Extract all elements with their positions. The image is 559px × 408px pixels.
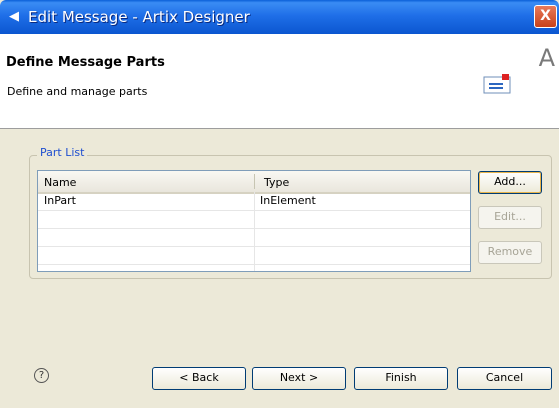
column-header-type[interactable]: Type xyxy=(264,176,289,189)
edit-button[interactable]: Edit... xyxy=(478,206,542,229)
cell-type: InElement xyxy=(260,194,316,207)
page-description: Define and manage parts xyxy=(7,85,148,98)
table-row[interactable]: InPart InElement xyxy=(38,193,470,211)
message-icon xyxy=(483,74,511,94)
close-button[interactable]: X xyxy=(534,5,557,28)
table-row-empty xyxy=(38,229,470,247)
table-header: Name Type xyxy=(38,171,470,194)
cancel-button[interactable]: Cancel xyxy=(457,367,552,390)
remove-button[interactable]: Remove xyxy=(478,241,542,264)
window-title: Edit Message - Artix Designer xyxy=(28,8,250,26)
part-list-label: Part List xyxy=(37,146,88,159)
help-icon[interactable]: ? xyxy=(34,368,49,383)
cell-name: InPart xyxy=(44,194,76,207)
wizard-header: Define Message Parts Define and manage p… xyxy=(0,34,559,129)
part-table[interactable]: Name Type InPart InElement xyxy=(37,170,471,272)
artix-logo-letter: A xyxy=(538,44,555,72)
table-row-empty xyxy=(38,211,470,229)
next-button[interactable]: Next > xyxy=(252,367,346,390)
back-button[interactable]: < Back xyxy=(152,367,246,390)
column-divider[interactable] xyxy=(254,174,255,189)
title-bar: ◀ Edit Message - Artix Designer X xyxy=(0,0,559,34)
table-row-empty xyxy=(38,247,470,265)
page-title: Define Message Parts xyxy=(6,55,165,70)
finish-button[interactable]: Finish xyxy=(354,367,448,390)
column-header-name[interactable]: Name xyxy=(44,176,76,189)
artix-app-icon: ◀ xyxy=(9,9,19,24)
add-button[interactable]: Add... xyxy=(478,171,542,194)
